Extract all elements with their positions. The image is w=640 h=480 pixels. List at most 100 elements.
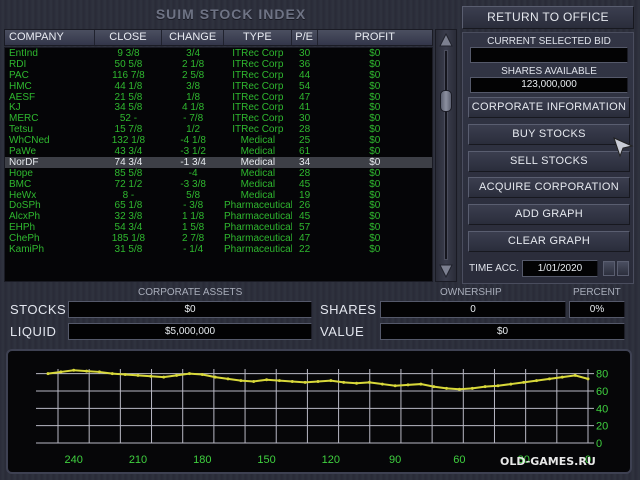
scroll-down-icon[interactable] bbox=[438, 263, 454, 279]
x-tick-label: 240 bbox=[65, 454, 83, 466]
table-row[interactable]: AESF 21 5/8 1/8 ITRec Corp 47 $0 bbox=[5, 92, 432, 103]
data-point bbox=[457, 387, 461, 391]
table-row[interactable]: PAC 116 7/8 2 5/8 ITRec Corp 44 $0 bbox=[5, 70, 432, 81]
data-point bbox=[187, 372, 191, 376]
table-row[interactable]: AlcxPh 32 3/8 1 1/8 Pharmaceutical 45 $0 bbox=[5, 211, 432, 222]
scroll-track[interactable] bbox=[444, 50, 448, 260]
data-point bbox=[97, 370, 101, 374]
cell-profit: $0 bbox=[369, 91, 381, 103]
table-row[interactable]: DoSPh 65 1/8 - 3/8 Pharmaceutical 26 $0 bbox=[5, 200, 432, 212]
col-pe[interactable]: P/E bbox=[292, 30, 318, 45]
cell-type: ITRec Corp bbox=[232, 48, 284, 59]
return-to-office-button[interactable]: RETURN TO OFFICE bbox=[462, 6, 634, 29]
cell-change: - 7/8 bbox=[183, 113, 204, 125]
data-point bbox=[290, 379, 294, 383]
table-row[interactable]: NorDF 74 3/4 -1 3/4 Medical 34 $0 bbox=[5, 156, 432, 168]
percent-label: PERCENT bbox=[573, 287, 621, 298]
cell-type: ITRec Corp bbox=[232, 69, 284, 81]
table-row[interactable]: MERC 52 - - 7/8 ITRec Corp 30 $0 bbox=[5, 113, 432, 124]
col-type[interactable]: TYPE bbox=[224, 30, 292, 45]
sell-stocks-button[interactable]: SELL STOCKS bbox=[468, 151, 630, 172]
table-row[interactable]: EHPh 54 3/4 1 5/8 Pharmaceutical 57 $0 bbox=[5, 222, 432, 233]
acquire-corporation-button[interactable]: ACQUIRE CORPORATION bbox=[468, 177, 630, 198]
time-fast-button[interactable] bbox=[617, 261, 629, 276]
data-point bbox=[586, 377, 590, 381]
cell-pe: 47 bbox=[299, 91, 311, 103]
table-row[interactable]: HMC 44 1/8 3/8 ITRec Corp 54 $0 bbox=[5, 81, 432, 92]
col-close[interactable]: CLOSE bbox=[95, 30, 163, 45]
cell-type: ITRec Corp bbox=[232, 91, 284, 103]
data-point bbox=[419, 382, 423, 386]
current-bid-field bbox=[470, 47, 628, 63]
table-row[interactable]: KJ 34 5/8 4 1/8 ITRec Corp 41 $0 bbox=[5, 102, 432, 114]
clear-graph-button[interactable]: CLEAR GRAPH bbox=[468, 231, 630, 252]
cell-type: Medical bbox=[240, 146, 276, 157]
cell-company: DoSPh bbox=[9, 200, 41, 212]
data-point bbox=[213, 375, 217, 379]
data-point bbox=[342, 380, 346, 384]
table-row[interactable]: Tetsu 15 7/8 1/2 ITRec Corp 28 $0 bbox=[5, 124, 432, 135]
table-row[interactable]: EntInd 9 3/8 3/4 ITRec Corp 30 $0 bbox=[5, 48, 432, 59]
data-point bbox=[149, 374, 153, 378]
cell-company: KJ bbox=[9, 102, 21, 114]
cell-close: 8 - bbox=[122, 189, 135, 201]
cell-close: 43 3/4 bbox=[114, 146, 143, 157]
cell-company: Hope bbox=[9, 167, 33, 179]
x-tick-label: 180 bbox=[193, 454, 211, 466]
table-row[interactable]: BMC 72 1/2 -3 3/8 Medical 45 $0 bbox=[5, 179, 432, 190]
cell-type: Pharmaceutical bbox=[223, 244, 292, 255]
cell-pe: 41 bbox=[299, 102, 311, 114]
add-graph-button[interactable]: ADD GRAPH bbox=[468, 204, 630, 225]
data-point bbox=[509, 382, 513, 386]
cell-close: 34 5/8 bbox=[114, 102, 143, 114]
cell-company: KamiPh bbox=[9, 244, 45, 255]
cell-company: PAC bbox=[9, 69, 29, 81]
cell-type: Medical bbox=[240, 189, 276, 201]
table-row[interactable]: PaWe 43 3/4 -3 1/2 Medical 61 $0 bbox=[5, 146, 432, 157]
table-row[interactable]: WhCNed 132 1/8 -4 1/8 Medical 25 $0 bbox=[5, 135, 432, 146]
table-row[interactable]: ChePh 185 1/8 2 7/8 Pharmaceutical 47 $0 bbox=[5, 233, 432, 244]
cell-company: NorDF bbox=[9, 156, 39, 168]
col-profit[interactable]: PROFIT bbox=[318, 30, 432, 45]
table-row[interactable]: KamiPh 31 5/8 - 1/4 Pharmaceutical 22 $0 bbox=[5, 244, 432, 255]
cell-pe: 30 bbox=[299, 48, 311, 59]
cell-profit: $0 bbox=[369, 244, 381, 255]
col-company[interactable]: COMPANY bbox=[5, 30, 95, 45]
data-point bbox=[547, 377, 551, 381]
time-acc-label: TIME ACC. bbox=[469, 263, 520, 274]
cell-company: BMC bbox=[9, 178, 32, 190]
current-bid-label: CURRENT SELECTED BID bbox=[487, 36, 611, 47]
cell-company: HMC bbox=[9, 80, 32, 92]
table-scrollbar[interactable] bbox=[435, 29, 457, 282]
cell-change: 2 1/8 bbox=[182, 58, 205, 70]
cell-company: PaWe bbox=[9, 146, 37, 157]
data-point bbox=[123, 373, 127, 377]
cell-change: -1 3/4 bbox=[180, 156, 206, 168]
cell-type: ITRec Corp bbox=[232, 102, 284, 114]
table-row[interactable]: Hope 85 5/8 -4 Medical 28 $0 bbox=[5, 168, 432, 179]
cell-company: ChePh bbox=[9, 233, 40, 245]
data-point bbox=[110, 372, 114, 376]
data-point bbox=[393, 384, 397, 388]
corporate-information-button[interactable]: CORPORATE INFORMATION bbox=[468, 97, 630, 118]
cell-pe: 45 bbox=[299, 211, 311, 223]
cell-pe: 28 bbox=[299, 124, 311, 136]
cell-company: MERC bbox=[9, 113, 39, 125]
shares-value: 0 bbox=[380, 301, 566, 318]
table-row[interactable]: HeWx 8 - 5/8 Medical 19 $0 bbox=[5, 190, 432, 201]
cell-company: EntInd bbox=[9, 48, 38, 59]
col-change[interactable]: CHANGE bbox=[162, 30, 224, 45]
data-point bbox=[483, 385, 487, 389]
time-slow-button[interactable] bbox=[603, 261, 615, 276]
data-point bbox=[162, 375, 166, 379]
cell-profit: $0 bbox=[369, 189, 381, 201]
cell-profit: $0 bbox=[369, 113, 381, 125]
table-row[interactable]: RDI 50 5/8 2 1/8 ITRec Corp 36 $0 bbox=[5, 59, 432, 70]
scroll-up-icon[interactable] bbox=[438, 32, 454, 48]
cell-pe: 61 bbox=[299, 146, 311, 157]
data-point bbox=[470, 386, 474, 390]
y-tick-label: 20 bbox=[596, 421, 608, 433]
scroll-thumb[interactable] bbox=[440, 90, 452, 112]
cell-close: 185 1/8 bbox=[111, 233, 146, 245]
buy-stocks-button[interactable]: BUY STOCKS bbox=[468, 124, 630, 145]
